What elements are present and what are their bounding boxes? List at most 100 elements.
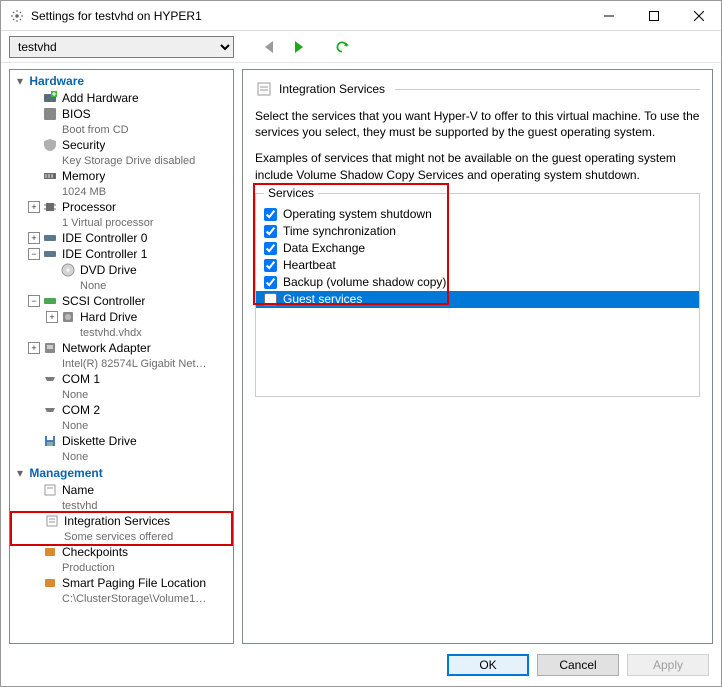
scsi-icon: [42, 293, 58, 309]
network-icon: [42, 340, 58, 356]
tree-item-processor[interactable]: +Processor: [10, 199, 233, 215]
tree-item-com2[interactable]: COM 2: [10, 402, 233, 418]
vm-selector[interactable]: testvhd: [9, 36, 234, 58]
details-pane: Integration Services Select the services…: [242, 69, 713, 644]
service-checkbox[interactable]: [264, 276, 277, 289]
tree-item-com1[interactable]: COM 1: [10, 371, 233, 387]
tree-item-integration-services[interactable]: Integration Services: [12, 513, 231, 529]
expand-icon[interactable]: +: [28, 232, 40, 244]
harddrive-icon: [60, 309, 76, 325]
details-title: Integration Services: [279, 82, 385, 96]
integration-icon: [44, 513, 60, 529]
description-2: Examples of services that might not be a…: [255, 150, 700, 182]
tree-item-scsi[interactable]: −SCSI Controller: [10, 293, 233, 309]
bios-icon: [42, 106, 58, 122]
tree-item-memory[interactable]: Memory: [10, 168, 233, 184]
service-checkbox[interactable]: [264, 259, 277, 272]
tree-item-sub: 1 Virtual processor: [10, 215, 233, 230]
settings-tree[interactable]: ▾ Hardware Add Hardware BIOS Boot from C…: [9, 69, 234, 644]
service-label: Operating system shutdown: [283, 207, 432, 221]
expand-icon[interactable]: +: [28, 342, 40, 354]
floppy-icon: [42, 433, 58, 449]
expand-icon[interactable]: +: [28, 201, 40, 213]
ok-button[interactable]: OK: [447, 654, 529, 676]
com-icon: [42, 371, 58, 387]
minimize-button[interactable]: [586, 1, 631, 30]
tree-item-sub: C:\ClusterStorage\Volume1\Co...: [10, 591, 233, 606]
integration-icon: [255, 80, 273, 98]
service-label: Guest services: [283, 292, 362, 306]
settings-icon: [9, 8, 25, 24]
tree-item-sub: testvhd.vhdx: [10, 325, 233, 340]
collapse-icon[interactable]: −: [28, 248, 40, 260]
tree-item-sub: Boot from CD: [10, 122, 233, 137]
tree-item-harddrive[interactable]: +Hard Drive: [10, 309, 233, 325]
paging-icon: [42, 575, 58, 591]
service-checkbox[interactable]: [264, 225, 277, 238]
services-group: Services Operating system shutdownTime s…: [255, 193, 700, 397]
service-checkbox[interactable]: [264, 242, 277, 255]
section-management[interactable]: ▾ Management: [10, 464, 233, 482]
tree-item-sub: Some services offered: [12, 529, 231, 544]
shield-icon: [42, 137, 58, 153]
maximize-button[interactable]: [631, 1, 676, 30]
collapse-icon[interactable]: ▾: [14, 466, 26, 480]
service-row[interactable]: Operating system shutdown: [264, 206, 691, 223]
tree-item-add-hardware[interactable]: Add Hardware: [10, 90, 233, 106]
body: ▾ Hardware Add Hardware BIOS Boot from C…: [1, 63, 721, 644]
apply-button[interactable]: Apply: [627, 654, 709, 676]
service-row[interactable]: Time synchronization: [264, 223, 691, 240]
nav-forward-icon[interactable]: [291, 38, 309, 56]
tree-item-sub: None: [10, 449, 233, 464]
service-row[interactable]: Data Exchange: [264, 240, 691, 257]
checkpoints-icon: [42, 544, 58, 560]
tree-item-sub: Intel(R) 82574L Gigabit Networ...: [10, 356, 233, 371]
toolbar: testvhd: [1, 31, 721, 63]
name-icon: [42, 482, 58, 498]
tree-item-sub: 1024 MB: [10, 184, 233, 199]
controller-icon: [42, 230, 58, 246]
section-hardware[interactable]: ▾ Hardware: [10, 72, 233, 90]
description-1: Select the services that you want Hyper-…: [255, 108, 700, 140]
tree-item-sub: Key Storage Drive disabled: [10, 153, 233, 168]
service-label: Heartbeat: [283, 258, 336, 272]
close-button[interactable]: [676, 1, 721, 30]
tree-item-smart-paging[interactable]: Smart Paging File Location: [10, 575, 233, 591]
refresh-icon[interactable]: [333, 38, 351, 56]
tree-item-security[interactable]: Security: [10, 137, 233, 153]
service-row[interactable]: Backup (volume shadow copy): [264, 274, 691, 291]
tree-item-sub: None: [10, 278, 233, 293]
controller-icon: [42, 246, 58, 262]
group-title: Services: [264, 186, 318, 200]
service-checkbox[interactable]: [264, 293, 277, 306]
service-label: Data Exchange: [283, 241, 365, 255]
processor-icon: [42, 199, 58, 215]
dvd-icon: [60, 262, 76, 278]
expand-icon[interactable]: +: [46, 311, 58, 323]
service-checkbox[interactable]: [264, 208, 277, 221]
tree-item-ide0[interactable]: +IDE Controller 0: [10, 230, 233, 246]
tree-item-floppy[interactable]: Diskette Drive: [10, 433, 233, 449]
collapse-icon[interactable]: −: [28, 295, 40, 307]
memory-icon: [42, 168, 58, 184]
cancel-button[interactable]: Cancel: [537, 654, 619, 676]
service-label: Backup (volume shadow copy): [283, 275, 446, 289]
window-title: Settings for testvhd on HYPER1: [31, 9, 586, 23]
tree-item-sub: Production: [10, 560, 233, 575]
service-label: Time synchronization: [283, 224, 396, 238]
tree-item-checkpoints[interactable]: Checkpoints: [10, 544, 233, 560]
tree-item-sub: None: [10, 418, 233, 433]
annotation-highlight: Integration Services Some services offer…: [10, 511, 233, 546]
service-row[interactable]: Heartbeat: [264, 257, 691, 274]
service-row[interactable]: Guest services: [256, 291, 699, 308]
collapse-icon[interactable]: ▾: [14, 74, 26, 88]
nav-back-icon[interactable]: [261, 38, 279, 56]
tree-item-name[interactable]: Name: [10, 482, 233, 498]
tree-item-ide1[interactable]: −IDE Controller 1: [10, 246, 233, 262]
tree-item-bios[interactable]: BIOS: [10, 106, 233, 122]
tree-item-network[interactable]: +Network Adapter: [10, 340, 233, 356]
tree-item-sub: None: [10, 387, 233, 402]
tree-item-dvd[interactable]: DVD Drive: [10, 262, 233, 278]
com-icon: [42, 402, 58, 418]
divider: [395, 89, 700, 90]
